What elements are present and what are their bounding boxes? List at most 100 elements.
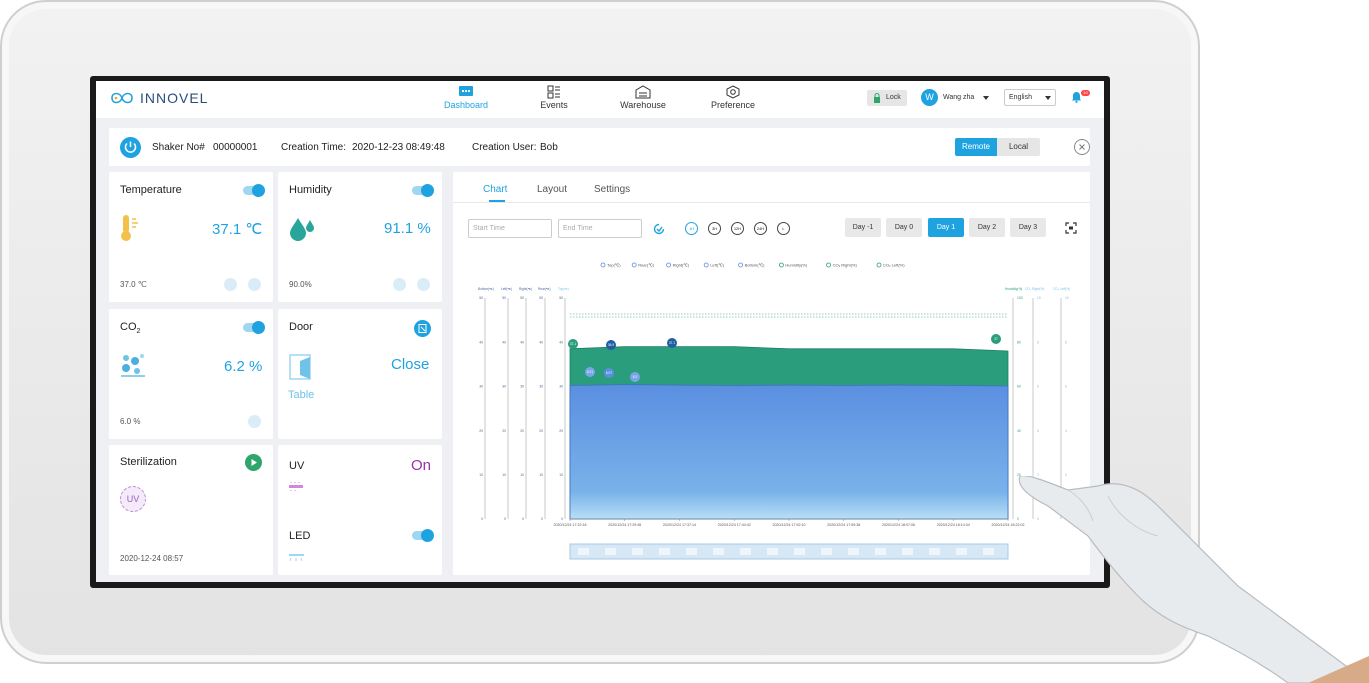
card-title: CO2 <box>120 321 140 335</box>
x-tick-label: 2020/12/24 17:29:46 <box>608 523 641 527</box>
bubbles-icon <box>121 354 145 377</box>
avatar[interactable]: W <box>921 89 938 106</box>
x-tick-label: 2020/12/24 17:52:10 <box>773 523 806 527</box>
nav-preference[interactable]: Preference <box>703 85 763 110</box>
y-tick-label: 0 <box>522 517 524 521</box>
slider-tick <box>848 548 859 555</box>
y-tick-label: 0 <box>504 517 506 521</box>
co2-card: CO2 6.2 % 6.0 % <box>109 309 273 439</box>
data-point-label: 37.1 <box>570 342 576 346</box>
y-tick-label: 6 <box>1037 385 1039 389</box>
led-toggle[interactable] <box>412 529 434 542</box>
chart-panel: Chart Layout Settings Start Time End Tim… <box>453 172 1090 575</box>
tab-chart[interactable]: Chart <box>483 184 507 195</box>
card-title: Humidity <box>289 184 332 196</box>
door-status-icon[interactable] <box>414 320 431 337</box>
list-icon[interactable] <box>224 278 237 291</box>
local-button[interactable]: Local <box>997 138 1040 156</box>
shaker-label: Shaker No# <box>152 142 205 153</box>
warehouse-icon <box>635 85 651 99</box>
dashboard-icon <box>459 86 473 96</box>
y-tick-label: 6 <box>1065 385 1067 389</box>
y-axis-title: Right(℃) <box>519 287 532 291</box>
uv-led-card: UV On LED <box>278 445 442 575</box>
temperature-card: Temperature 37.1 ℃ 37.0 ℃ <box>109 172 273 302</box>
y-tick-label: 10 <box>1037 296 1041 300</box>
power-icon[interactable] <box>120 137 141 158</box>
y-tick-label: 10 <box>539 473 543 477</box>
y-tick-label: 10 <box>502 473 506 477</box>
gloved-hand-image <box>1018 476 1369 683</box>
y-tick-label: 50 <box>559 296 563 300</box>
x-tick-label: 2020/12/24 17:37:14 <box>663 523 696 527</box>
tab-divider <box>453 202 1090 203</box>
day-0-button[interactable]: Day 0 <box>886 218 922 237</box>
events-icon <box>547 85 560 99</box>
sensor-area-chart: Top(℃) Rear(℃) Right(℃) Left(℃) Bottom(℃) Hum… <box>478 263 1070 560</box>
led-title: LED <box>289 530 311 542</box>
start-time-input[interactable]: Start Time <box>468 219 552 238</box>
legend-item: CO₂ Right(%) <box>833 263 858 268</box>
day-2-button[interactable]: Day 2 <box>969 218 1005 237</box>
co2-value: 6.2 % <box>224 358 263 375</box>
range-3h-button[interactable]: 3H <box>708 222 721 235</box>
y-tick-label: 40 <box>559 340 563 344</box>
nav-events[interactable]: Events <box>524 85 584 110</box>
day-3-button[interactable]: Day 3 <box>1010 218 1046 237</box>
tab-settings[interactable]: Settings <box>594 184 630 195</box>
tab-layout[interactable]: Layout <box>537 184 567 195</box>
y-tick-label: 80 <box>1017 340 1021 344</box>
y-tick-label: 4 <box>1065 429 1067 433</box>
x-tick-label: 2020/12/24 18:07:06 <box>882 523 915 527</box>
slider-tick <box>713 548 724 555</box>
edit-icon[interactable] <box>248 278 261 291</box>
end-time-input[interactable]: End Time <box>558 219 642 238</box>
x-tick-label: 2020/12/24 17:59:38 <box>827 523 860 527</box>
nav-dashboard[interactable]: Dashboard <box>436 85 496 110</box>
refresh-icon[interactable] <box>652 222 666 236</box>
y-tick-label: 8 <box>1037 340 1039 344</box>
chevron-down-icon[interactable] <box>983 96 989 100</box>
slider-tick <box>902 548 913 555</box>
notification-badge: 10 <box>1081 90 1090 96</box>
creation-time-label: Creation Time: <box>281 142 347 153</box>
sterilization-card: Sterilization UV 2020-12-24 08:57 <box>109 445 273 575</box>
lock-icon <box>874 93 880 103</box>
legend-item: CO₂ Left(%) <box>883 263 905 268</box>
y-tick-label: 30 <box>520 385 524 389</box>
edit-icon[interactable] <box>248 415 261 428</box>
list-icon[interactable] <box>393 278 406 291</box>
data-point-label: 6.2 <box>633 375 638 379</box>
language-select[interactable]: English <box>1004 89 1056 106</box>
day-1-button[interactable]: Day 1 <box>928 218 964 237</box>
edit-icon[interactable] <box>417 278 430 291</box>
y-tick-label: 4 <box>1037 429 1039 433</box>
range-24h-button[interactable]: 24H <box>754 222 767 235</box>
remote-button[interactable]: Remote <box>955 138 997 156</box>
y-tick-label: 60 <box>1017 385 1021 389</box>
range-12h-button[interactable]: 12H <box>731 222 744 235</box>
uv-lamp-icon <box>289 482 303 491</box>
close-icon[interactable] <box>1074 139 1090 155</box>
temperature-toggle[interactable] <box>243 184 265 197</box>
temperature-value: 37.1 ℃ <box>212 221 263 238</box>
water-drops-icon <box>290 218 314 241</box>
y-axis-title: Bottom(℃) <box>478 287 494 291</box>
fullscreen-icon[interactable] <box>1065 222 1077 234</box>
humidity-toggle[interactable] <box>412 184 434 197</box>
nav-warehouse[interactable]: Warehouse <box>613 85 673 110</box>
creation-time-value: 2020-12-23 08:49:48 <box>352 142 445 153</box>
legend-item: Rear(℃) <box>638 263 654 268</box>
range-1h-button[interactable]: 1H <box>685 222 698 235</box>
y-tick-label: 50 <box>479 296 483 300</box>
lock-button[interactable]: Lock <box>867 90 907 106</box>
y-tick-label: 30 <box>559 385 563 389</box>
play-icon[interactable] <box>245 454 262 471</box>
co2-toggle[interactable] <box>243 321 265 334</box>
range-live-button[interactable]: L <box>777 222 790 235</box>
slider-tick <box>929 548 940 555</box>
day-minus-1-button[interactable]: Day -1 <box>845 218 881 237</box>
user-name[interactable]: Wang zha <box>943 94 974 101</box>
humidity-setpoint: 90.0% <box>289 280 312 289</box>
slider-tick <box>605 548 616 555</box>
